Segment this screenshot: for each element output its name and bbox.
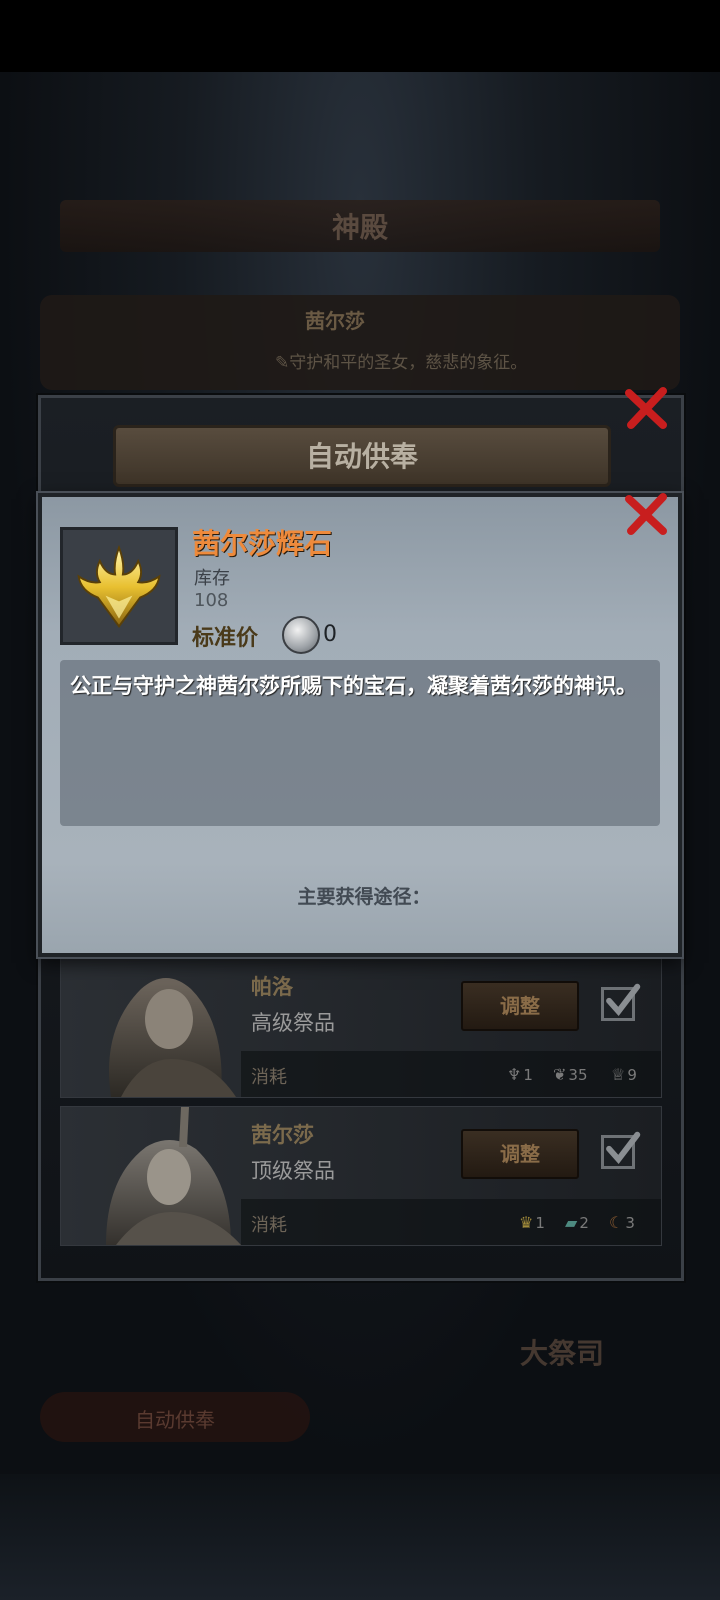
close-icon: [625, 493, 667, 535]
consume-strip: [241, 1199, 661, 1245]
navigation-bar-area: [0, 1474, 720, 1600]
horn-icon: ♆: [507, 1065, 522, 1084]
close-icon: [625, 387, 667, 429]
stock-value: 108: [194, 590, 229, 611]
offering-checkbox[interactable]: [601, 1131, 641, 1169]
source-label: 主要获得途径：: [297, 886, 431, 908]
offering-grade: 高级祭品: [251, 1011, 335, 1035]
item-detail-close-button[interactable]: [620, 488, 672, 540]
horn-icon: ☾: [609, 1213, 624, 1232]
cost-amount: 35: [568, 1065, 588, 1084]
temple-title: 神殿: [331, 211, 388, 244]
item-icon-frame: [60, 527, 178, 645]
status-bar-area: [0, 0, 720, 72]
feather-icon: ❦: [553, 1065, 567, 1084]
offering-name: 茜尔莎: [251, 1123, 314, 1147]
stock-label: 库存: [194, 568, 230, 589]
high-priest-label: 大祭司: [520, 1337, 605, 1370]
cost-item: ♆ 1: [507, 1065, 533, 1084]
item-name: 茜尔莎辉石: [192, 527, 333, 560]
cost-item: ♕ 9: [611, 1065, 637, 1084]
consume-strip: [241, 1051, 661, 1097]
edit-icon: ✎: [275, 353, 290, 373]
price-value: 0: [323, 622, 337, 647]
scroll-icon: ▰: [565, 1213, 578, 1232]
consume-label: 消耗: [251, 1215, 287, 1236]
auto-offer-bg-button-label: 自动供奉: [135, 1408, 215, 1432]
auto-offer-title: 自动供奉: [305, 440, 418, 473]
cost-item: ❦ 35: [553, 1065, 588, 1084]
auto-offer-close-button[interactable]: [620, 382, 672, 434]
cost-item: ▰ 2: [565, 1213, 589, 1232]
adjust-button[interactable]: 调整: [461, 981, 579, 1031]
portrait-palo: [109, 978, 236, 1097]
checkmark-icon: [606, 1131, 641, 1165]
item-description: 公正与守护之神茜尔莎所赐下的宝石，凝聚着茜尔莎的神识。: [70, 674, 637, 698]
cost-amount: 9: [627, 1065, 637, 1084]
offering-name: 帕洛: [251, 975, 293, 999]
goblet-icon: ♕: [611, 1065, 626, 1084]
consume-label: 消耗: [251, 1067, 287, 1088]
cost-amount: 2: [579, 1213, 589, 1232]
price-label: 标准价: [192, 626, 259, 651]
offering-checkbox[interactable]: [601, 983, 641, 1021]
cost-amount: 3: [625, 1213, 635, 1232]
adjust-button[interactable]: 调整: [461, 1129, 579, 1179]
silver-coin-icon: [282, 616, 320, 654]
crown-crystal-icon: ♛: [519, 1213, 534, 1232]
cost-amount: 1: [535, 1213, 545, 1232]
offering-row: 茜尔莎 顶级祭品 调整 消耗 ♛ 1 ▰ 2 ☾ 3: [60, 1106, 662, 1246]
portrait-sirsa: [106, 1107, 241, 1245]
cost-amount: 1: [523, 1065, 533, 1084]
deity-motto-text: 守护和平的圣女，慈悲的象征。: [289, 353, 528, 373]
checkmark-icon: [606, 983, 641, 1017]
deity-motto: ✎守护和平的圣女，慈悲的象征。: [275, 348, 527, 373]
cost-item: ♛ 1: [519, 1213, 545, 1232]
sirsa-stone-icon: [77, 544, 161, 628]
deity-name: 茜尔莎: [305, 309, 365, 333]
offering-row: 帕洛 高级祭品 调整 消耗 ♆ 1 ❦ 35 ♕ 9: [60, 958, 662, 1098]
cost-item: ☾ 3: [609, 1213, 635, 1232]
offering-grade: 顶级祭品: [251, 1159, 335, 1183]
